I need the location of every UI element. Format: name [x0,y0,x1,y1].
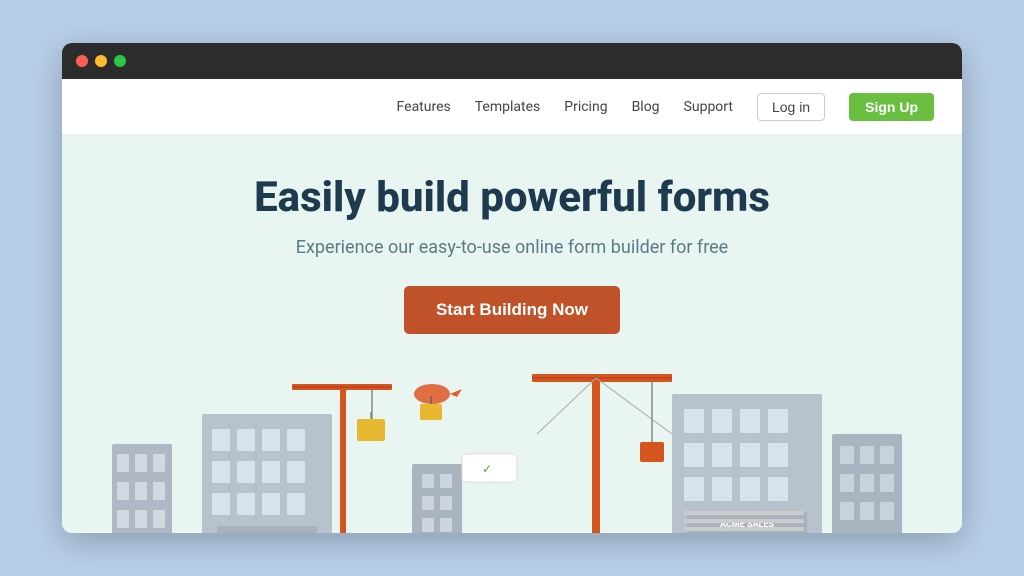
pricing-link[interactable]: Pricing [564,99,607,115]
svg-text:✓: ✓ [482,462,492,476]
minimize-dot[interactable] [95,55,107,67]
templates-link[interactable]: Templates [475,99,541,115]
hero-title: Easily build powerful forms [254,175,770,221]
nav-links: Features Templates Pricing Blog Support … [397,93,934,121]
cta-button[interactable]: Start Building Now [404,286,620,334]
blog-link[interactable]: Blog [632,99,660,115]
browser-window: Features Templates Pricing Blog Support … [62,43,962,533]
browser-content: Features Templates Pricing Blog Support … [62,79,962,533]
hero-illustration: ACME R&D [62,364,962,533]
navbar: Features Templates Pricing Blog Support … [62,79,962,135]
features-link[interactable]: Features [397,99,451,115]
login-button[interactable]: Log in [757,93,825,121]
hero-subtitle: Experience our easy-to-use online form b… [296,237,728,258]
browser-titlebar [62,43,962,79]
support-link[interactable]: Support [684,99,733,115]
hero-section: Easily build powerful forms Experience o… [62,135,962,533]
close-dot[interactable] [76,55,88,67]
maximize-dot[interactable] [114,55,126,67]
signup-button[interactable]: Sign Up [849,93,934,121]
